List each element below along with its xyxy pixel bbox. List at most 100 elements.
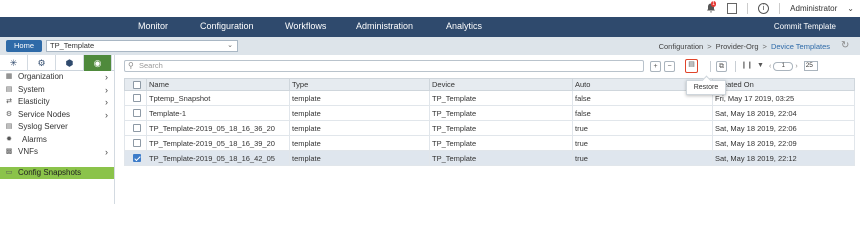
nav-workflows[interactable]: Workflows [285,21,326,31]
sidebar-item-elasticity[interactable]: ⇄ Elasticity › [0,96,114,109]
search-icon: ⚲ [128,61,134,70]
breadcrumb-item[interactable]: Configuration [659,42,704,51]
column-header-device[interactable]: Device [429,78,573,91]
page-size-select[interactable]: 25 [803,61,818,71]
table-row[interactable]: TP_Template-2019_05_18_16_42_05 template T… [124,150,855,166]
restore-button[interactable]: ▤ [685,59,698,73]
main-content: ⚲ Search + − ▤ ⧉ ❙❙ ▼ ‹ 1 › 25 Restore N… [124,58,855,204]
search-placeholder: Search [139,61,163,70]
row-select-cell[interactable] [124,120,147,136]
commit-template-button[interactable]: Commit Template [774,22,836,31]
bell-icon[interactable]: 1 [705,1,717,14]
row-checkbox[interactable] [132,94,141,102]
column-header-name[interactable]: Name [146,78,290,91]
chevron-right-icon: › [105,147,108,157]
cell-auto: false [572,105,713,121]
columns-icon[interactable]: ❙❙ [741,60,753,72]
row-checkbox[interactable] [132,154,141,162]
sidebar-item-label: VNFs [18,147,38,156]
nav-administration[interactable]: Administration [356,21,413,31]
search-input[interactable]: ⚲ Search [124,60,644,72]
refresh-icon[interactable]: ↻ [841,40,852,51]
select-all-checkbox[interactable] [132,80,141,89]
top-right-controls: 1 i Administrator ⌄ [705,1,854,14]
cell-type: template [289,150,430,166]
nav-configuration[interactable]: Configuration [200,21,254,31]
cell-name: TP_Template-2019_05_18_16_42_05 [146,150,290,166]
table-row[interactable]: Template-1 template TP_Template false Sat, M… [124,105,855,121]
main-nav: Monitor Configuration Workflows Administ… [0,17,860,37]
toolbar-separator [735,60,736,72]
sidebar-item-label: Syslog Server [18,122,68,131]
org-icon: ▦ [5,73,13,80]
network-icon[interactable]: ✳ [0,55,28,71]
cell-device: TP_Template [429,135,573,151]
breadcrumb-item[interactable]: Provider-Org [716,42,759,51]
remove-icon[interactable]: − [664,60,675,72]
sidebar-item-label: Config Snapshots [18,167,82,177]
sidebar-item-config-snapshots[interactable]: ▭ Config Snapshots [0,166,114,179]
nav-analytics[interactable]: Analytics [446,21,482,31]
cell-auto: true [572,150,713,166]
sidebar-item-system[interactable]: ▤ System › [0,84,114,97]
gear-icon[interactable]: ⚙ [28,55,56,71]
column-header-type[interactable]: Type [289,78,430,91]
row-select-cell[interactable] [124,105,147,121]
row-select-cell[interactable] [124,90,147,106]
cube-icon[interactable]: ⬢ [56,55,84,71]
sidebar-item-service-nodes[interactable]: ⚙ Service Nodes › [0,109,114,122]
pager: ‹ 1 › [769,61,798,71]
sidebar-item-syslog-server[interactable]: ▤ Syslog Server [0,121,114,134]
system-icon: ▤ [5,85,13,93]
table-row[interactable]: TP_Template-2019_05_18_16_39_20 template T… [124,135,855,151]
user-menu[interactable]: Administrator [790,4,837,13]
row-select-cell[interactable] [124,150,147,166]
template-select[interactable]: TP_Template ⌄ [46,40,238,52]
snapshot-tab-icon[interactable]: ◉ [84,55,112,71]
row-select-cell[interactable] [124,135,147,151]
sidebar-item-alarms[interactable]: ✹ Alarms [0,134,114,147]
restore-tooltip: Restore [686,80,726,95]
add-icon[interactable]: + [650,60,661,72]
snapshot-icon: ▭ [5,168,13,176]
cell-type: template [289,90,430,106]
chevron-left-icon[interactable]: ‹ [769,63,771,70]
select-all-cell[interactable] [124,78,147,91]
sidebar: ✳ ⚙ ⬢ ◉ ▦ Organization › ▤ System › ⇄ El… [0,55,115,204]
cell-type: template [289,135,430,151]
cell-device: TP_Template [429,105,573,121]
separator [779,2,781,14]
cell-created-on: Fri, May 17 2019, 03:25 [712,90,855,106]
service-nodes-icon: ⚙ [5,110,13,118]
sidebar-item-vnfs[interactable]: ▩ VNFs › [0,146,114,159]
copy-icon[interactable]: ⧉ [716,60,727,72]
breadcrumb-current: Device Templates [770,42,830,51]
cell-auto: true [572,135,713,151]
page-number-input[interactable]: 1 [773,61,794,71]
sidebar-item-organization[interactable]: ▦ Organization › [0,71,114,84]
cell-device: TP_Template [429,150,573,166]
table-row[interactable]: Tptemp_Snapshot template TP_Template false F… [124,90,855,106]
table-row[interactable]: TP_Template-2019_05_18_16_36_20 template T… [124,120,855,136]
home-button[interactable]: Home [6,40,42,52]
filter-icon[interactable]: ▼ [755,60,766,72]
table-body: Tptemp_Snapshot template TP_Template false F… [124,90,855,166]
nav-monitor[interactable]: Monitor [138,21,168,31]
row-checkbox[interactable] [132,139,141,147]
chevron-right-icon: › [105,72,108,82]
cell-type: template [289,105,430,121]
chevron-down-icon[interactable]: ⌄ [847,4,854,13]
column-header-created-on[interactable]: Created On [712,78,855,91]
chevron-right-icon: › [105,84,108,95]
info-icon[interactable]: i [758,2,770,14]
document-icon[interactable] [727,2,738,14]
row-checkbox[interactable] [132,109,141,117]
breadcrumb-separator: > [762,42,767,51]
breadcrumb-separator: > [707,42,712,51]
row-checkbox[interactable] [132,124,141,132]
chevron-right-icon[interactable]: › [795,63,797,70]
chevron-right-icon: › [105,109,108,120]
sidebar-tabs: ✳ ⚙ ⬢ ◉ [0,55,114,71]
sidebar-item-label: Service Nodes [18,109,71,119]
cell-name: Tptemp_Snapshot [146,90,290,106]
